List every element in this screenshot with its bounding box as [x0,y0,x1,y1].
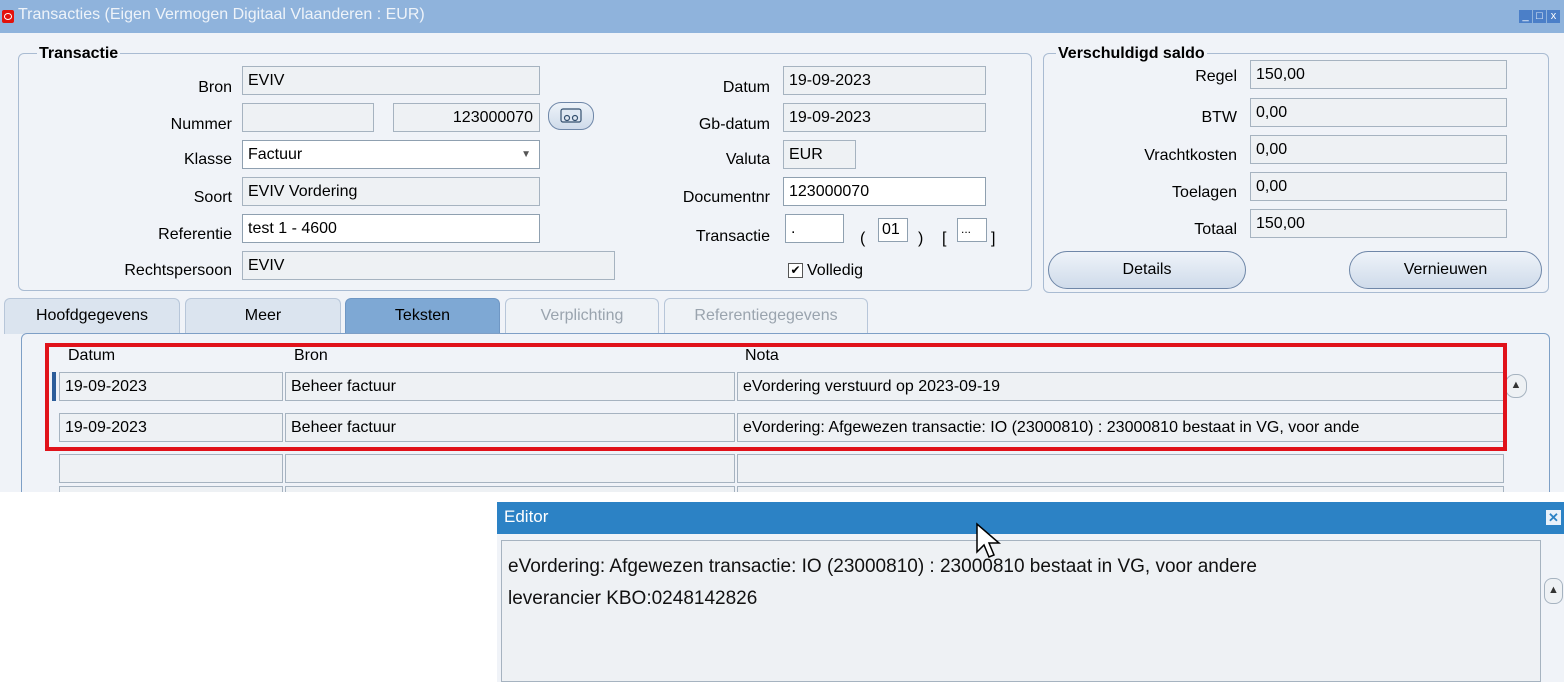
gbdatum-field[interactable]: 19-09-2023 [783,103,986,132]
bron-field[interactable]: EVIV [242,66,540,95]
rechtspersoon-label: Rechtspersoon [124,262,232,279]
soort-label: Soort [193,189,232,206]
minimize-icon[interactable]: _ [1519,10,1532,23]
btw-label: BTW [1201,109,1237,126]
vrachtkosten-field[interactable]: 0,00 [1250,135,1507,164]
gbdatum-label: Gb-datum [698,116,770,133]
table-cell-datum[interactable] [59,486,283,492]
table-cell-nota[interactable] [737,486,1504,492]
toelagen-field[interactable]: 0,00 [1250,172,1507,201]
regel-label: Regel [1195,68,1237,85]
editor-close-icon[interactable]: ✕ [1546,510,1561,525]
transactie-group-title: Transactie [37,45,121,63]
datum-field[interactable]: 19-09-2023 [783,66,986,95]
mouse-cursor-icon [976,522,1002,558]
table-cell-datum[interactable] [59,454,283,483]
nummer-label: Nummer [170,116,232,133]
window-titlebar[interactable]: Transacties (Eigen Vermogen Digitaal Vla… [0,0,1564,33]
details-button[interactable]: Details [1048,251,1246,289]
rechtspersoon-field[interactable]: EVIV [242,251,615,280]
bracket-open-text: [ [942,230,947,247]
editor-titlebar[interactable]: Editor ✕ [497,502,1564,534]
valuta-label: Valuta [725,151,770,168]
editor-title: Editor [504,507,549,526]
volledig-label: Volledig [807,262,864,279]
table-cell-bron[interactable] [285,486,735,492]
documentnr-field[interactable]: 123000070 [783,177,986,206]
close-icon[interactable]: x [1547,10,1560,23]
main-window: Transacties (Eigen Vermogen Digitaal Vla… [0,0,1564,492]
tab-hoofdgegevens[interactable]: Hoofdgegevens [4,298,180,334]
documentnr-label: Documentnr [682,189,770,206]
tab-meer[interactable]: Meer [185,298,341,334]
bron-label: Bron [198,79,232,96]
klasse-select[interactable]: Factuur ▼ [242,140,540,169]
bracket-close-text: ] [991,230,996,247]
valuta-field[interactable]: EUR [783,140,856,169]
transactie-field[interactable]: . [785,214,844,243]
toelagen-label: Toelagen [1172,184,1237,201]
klasse-label: Klasse [183,151,232,168]
vernieuwen-button[interactable]: Vernieuwen [1349,251,1542,289]
maximize-icon[interactable]: □ [1533,10,1546,23]
tab-verplichting[interactable]: Verplichting [505,298,659,334]
vrachtkosten-label: Vrachtkosten [1144,147,1237,164]
editor-text-line1: eVordering: Afgewezen transactie: IO (23… [508,556,1257,577]
editor-text-line2: leverancier KBO:0248142826 [508,588,758,609]
glasses-icon [560,108,582,123]
referentie-field[interactable]: test 1 - 4600 [242,214,540,243]
klasse-value: Factuur [248,146,303,163]
scroll-up-icon[interactable]: ▲ [1505,374,1527,398]
datum-label: Datum [722,79,770,96]
transactie-code-field[interactable]: 01 [878,218,908,242]
transactie-bracket-field[interactable]: ... [957,218,987,242]
paren-close-text: ) [918,230,924,247]
totaal-label: Totaal [1194,221,1237,238]
search-glasses-button[interactable] [548,102,594,130]
paren-open-text: ( [860,230,866,247]
saldo-group-title: Verschuldigd saldo [1056,45,1207,63]
editor-scroll-up-icon[interactable]: ▲ [1544,578,1563,604]
table-cell-bron[interactable] [285,454,735,483]
window-title: Transacties (Eigen Vermogen Digitaal Vla… [18,6,425,23]
volledig-checkbox[interactable]: ✔ [788,263,803,278]
transactie-label: Transactie [695,228,770,245]
table-cell-nota[interactable] [737,454,1504,483]
chevron-down-icon[interactable]: ▼ [521,141,531,168]
tab-teksten[interactable]: Teksten [345,298,500,334]
referentie-label: Referentie [158,226,232,243]
editor-textarea[interactable]: eVordering: Afgewezen transactie: IO (23… [501,540,1541,682]
btw-field[interactable]: 0,00 [1250,98,1507,127]
highlight-box [45,343,1507,451]
editor-window: Editor ✕ eVordering: Afgewezen transacti… [497,502,1564,682]
nummer-field[interactable]: 123000070 [393,103,540,132]
totaal-field[interactable]: 150,00 [1250,209,1507,238]
nummer-prefix-field[interactable] [242,103,374,132]
tab-referentiegegevens[interactable]: Referentiegegevens [664,298,868,334]
regel-field[interactable]: 150,00 [1250,60,1507,89]
oracle-logo-icon [2,10,14,23]
soort-field[interactable]: EVIV Vordering [242,177,540,206]
